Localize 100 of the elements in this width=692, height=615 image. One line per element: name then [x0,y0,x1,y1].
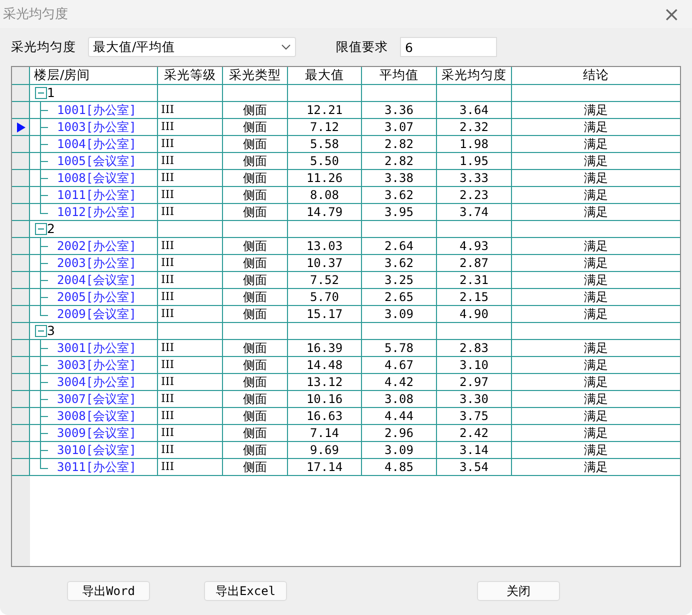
table-cell: 10.16 [288,391,362,408]
table-cell: 14.79 [288,204,362,221]
collapse-icon[interactable] [35,325,47,337]
table-cell: 3.36 [362,102,437,119]
row-header-cell[interactable] [12,85,30,102]
limit-input[interactable]: 6 [400,37,497,57]
group-cell[interactable]: 3 [30,323,158,340]
table-cell: 3.54 [437,459,512,476]
room-cell[interactable]: 1008[会议室] [30,170,158,187]
table-cell: 3.38 [362,170,437,187]
row-header-cell[interactable] [12,442,30,459]
chevron-down-icon[interactable] [281,44,291,50]
table-cell: 满足 [512,187,680,204]
table-cell: 满足 [512,119,680,136]
table-cell: III [158,136,223,153]
room-cell[interactable]: 3009[会议室] [30,425,158,442]
row-header-cell[interactable] [12,153,30,170]
row-header-cell[interactable] [12,170,30,187]
room-cell[interactable]: 2002[办公室] [30,238,158,255]
room-cell[interactable]: 3011[办公室] [30,459,158,476]
row-header-cell[interactable] [12,340,30,357]
room-cell[interactable]: 1011[办公室] [30,187,158,204]
room-cell[interactable]: 3010[会议室] [30,442,158,459]
table-cell: 2.31 [437,272,512,289]
room-cell[interactable]: 3001[办公室] [30,340,158,357]
export-excel-button[interactable]: 导出Excel [204,581,287,601]
collapse-icon[interactable] [35,87,47,99]
close-button[interactable]: × [659,4,684,24]
table-cell: 满足 [512,442,680,459]
row-header-cell[interactable] [12,255,30,272]
row-header-cell[interactable] [12,204,30,221]
row-header-cell[interactable] [12,408,30,425]
row-header-cell[interactable] [12,374,30,391]
row-header-cell[interactable] [12,187,30,204]
room-cell[interactable]: 1005[会议室] [30,153,158,170]
table-cell: 侧面 [223,442,288,459]
row-header-cell[interactable] [12,136,30,153]
table-cell: III [158,187,223,204]
export-word-button[interactable]: 导出Word [67,581,150,601]
row-header-cell[interactable] [12,272,30,289]
group-cell[interactable]: 1 [30,85,158,102]
table-cell: 5.70 [288,289,362,306]
row-header-cell[interactable] [12,119,30,136]
room-cell[interactable]: 3004[办公室] [30,374,158,391]
table-cell: 3.62 [362,187,437,204]
row-header-cell[interactable] [12,289,30,306]
table-cell: 3.08 [362,391,437,408]
table-cell: 4.42 [362,374,437,391]
table-cell: 13.12 [288,374,362,391]
room-cell[interactable]: 1012[办公室] [30,204,158,221]
table-cell: III [158,119,223,136]
table-cell: III [158,204,223,221]
room-cell[interactable]: 2004[会议室] [30,272,158,289]
row-header-cell[interactable] [12,306,30,323]
row-header-cell[interactable] [12,391,30,408]
room-cell[interactable]: 1001[办公室] [30,102,158,119]
column-header[interactable]: 最大值 [288,67,362,85]
mode-dropdown[interactable]: 最大值/平均值 [88,37,296,57]
table-cell: III [158,357,223,374]
row-header-cell[interactable] [12,221,30,238]
column-header[interactable]: 结论 [512,67,680,85]
room-cell[interactable]: 3008[会议室] [30,408,158,425]
close-dialog-button[interactable]: 关闭 [477,581,560,601]
collapse-icon[interactable] [35,223,47,235]
table-cell: III [158,306,223,323]
table-cell: 满足 [512,170,680,187]
row-header-cell[interactable] [12,102,30,119]
room-cell[interactable]: 2003[办公室] [30,255,158,272]
table-cell: 2.97 [437,374,512,391]
table-cell: 3.07 [362,119,437,136]
table-cell: 满足 [512,255,680,272]
room-cell[interactable]: 2009[会议室] [30,306,158,323]
room-cell[interactable]: 1004[办公室] [30,136,158,153]
group-cell[interactable]: 2 [30,221,158,238]
row-header-cell[interactable] [12,425,30,442]
table-cell: III [158,289,223,306]
room-cell[interactable]: 3007[会议室] [30,391,158,408]
table-cell: 17.14 [288,459,362,476]
table-cell: 2.42 [437,425,512,442]
table-cell: 2.23 [437,187,512,204]
room-cell[interactable]: 1003[办公室] [30,119,158,136]
column-header[interactable]: 楼层/房间 [30,67,158,85]
table-cell: 3.30 [437,391,512,408]
table-cell: 侧面 [223,187,288,204]
row-header-cell[interactable] [12,238,30,255]
table-cell: 4.44 [362,408,437,425]
row-header-cell[interactable] [12,323,30,340]
table-cell: 4.93 [437,238,512,255]
table-cell: 侧面 [223,238,288,255]
column-header[interactable]: 采光等级 [158,67,223,85]
column-header[interactable]: 采光均匀度 [437,67,512,85]
room-cell[interactable]: 3003[办公室] [30,357,158,374]
table-cell: III [158,459,223,476]
row-header-cell[interactable] [12,459,30,476]
column-header[interactable]: 平均值 [362,67,437,85]
row-header-cell[interactable] [12,357,30,374]
column-header[interactable]: 采光类型 [223,67,288,85]
table-cell: III [158,153,223,170]
table-cell: III [158,340,223,357]
room-cell[interactable]: 2005[办公室] [30,289,158,306]
